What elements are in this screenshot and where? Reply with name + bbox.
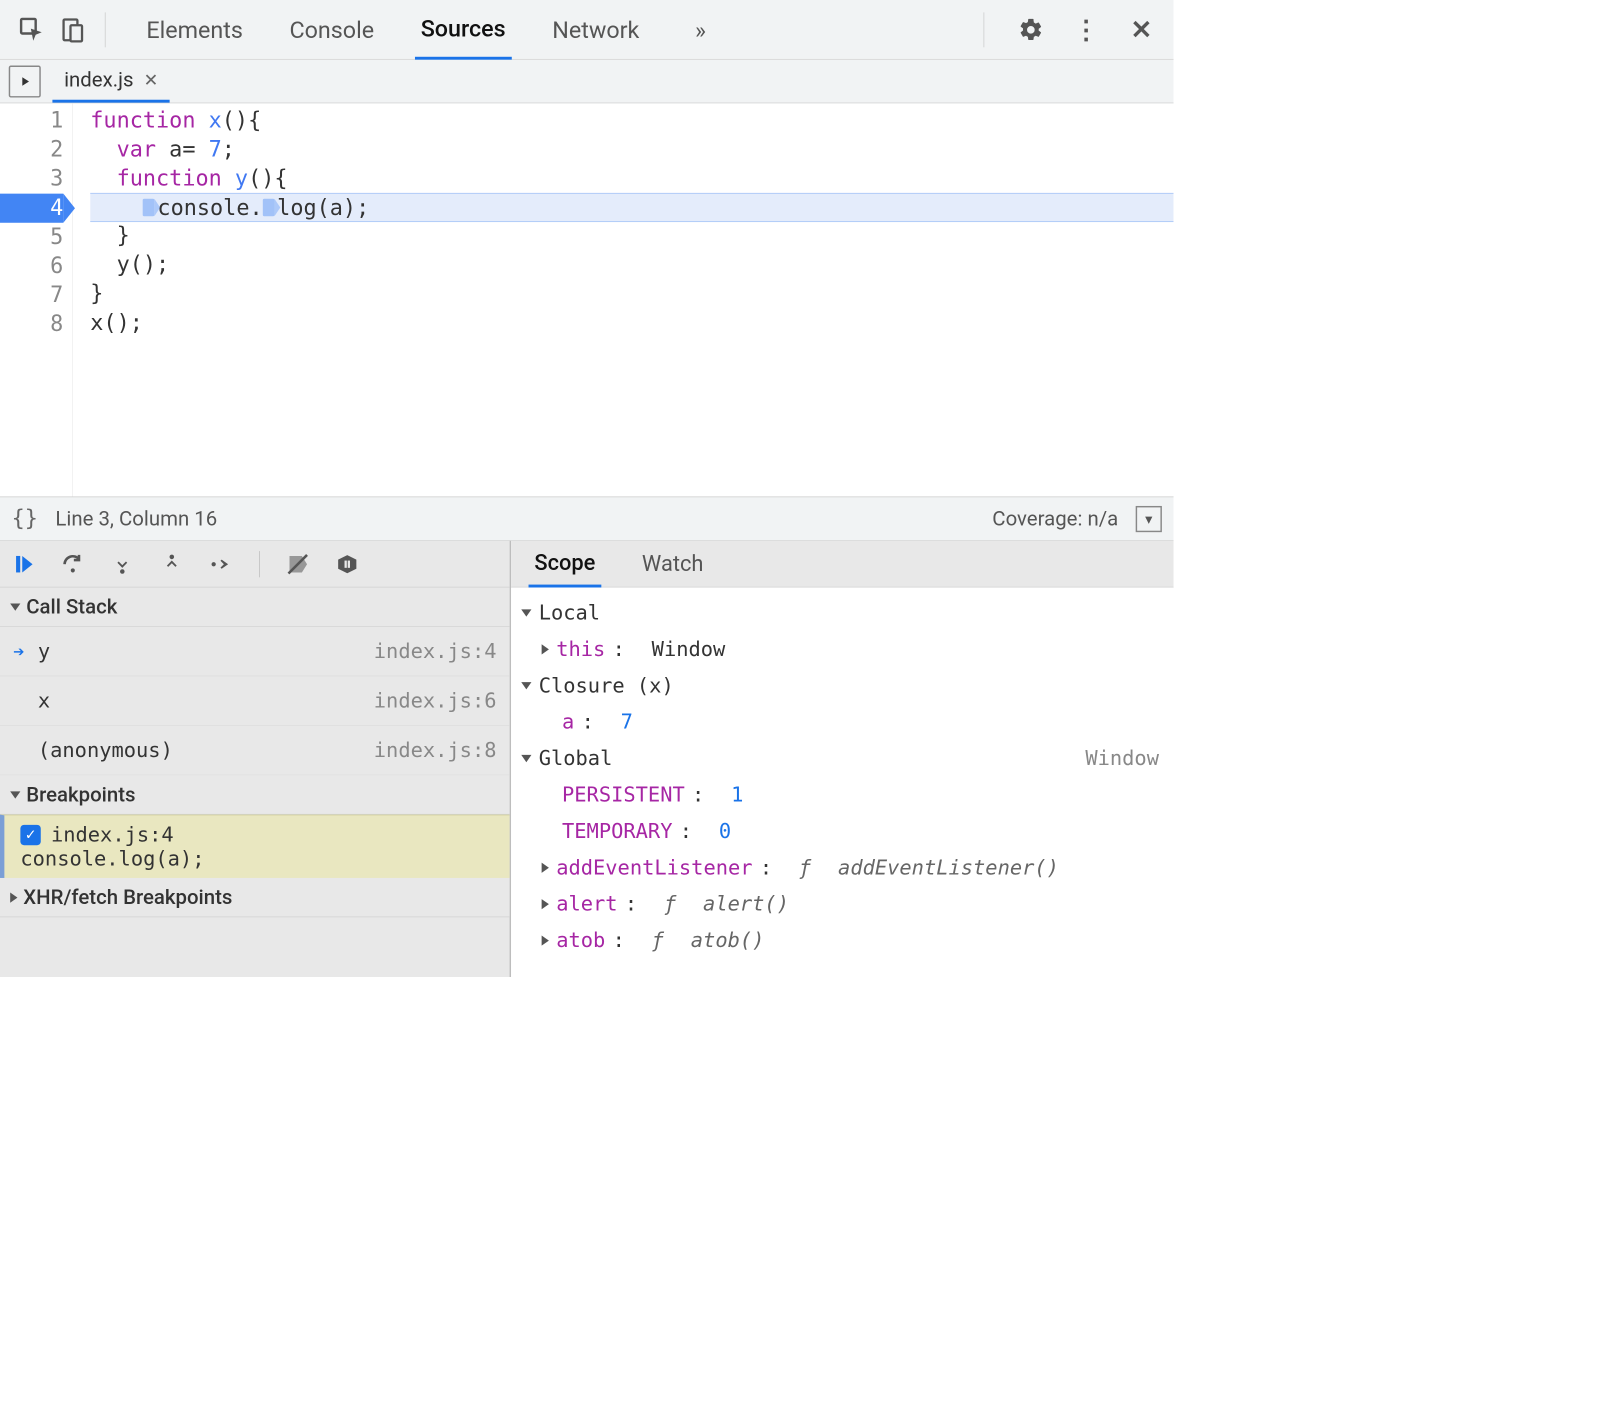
line-gutter: 1 2 3 4 5 6 7 8 [0,103,73,496]
tab-network[interactable]: Network [546,0,645,59]
gutter-line[interactable]: 2 [0,135,63,164]
chevron-down-icon [521,609,531,616]
file-tab-indexjs[interactable]: index.js ✕ [52,60,170,103]
gutter-line[interactable]: 6 [0,252,63,281]
chevron-down-icon [10,603,20,610]
scope-var[interactable]: alert: ƒ alert() [521,886,1159,922]
debugger-panels: Call Stack ➔y index.js:4 x index.js:6 (a… [0,540,1174,977]
chevron-right-icon [10,892,17,902]
breakpoint-checkbox[interactable]: ✓ [20,824,40,844]
panel-tabs: Elements Console Sources Network » [141,0,721,59]
stack-frame-location: index.js:6 [374,689,497,713]
chevron-right-icon [542,935,549,945]
deactivate-breakpoints-icon[interactable] [283,549,312,578]
show-navigator-icon[interactable] [9,65,41,97]
breakpoint-item[interactable]: ✓ index.js:4 console.log(a); [0,815,510,878]
tab-elements[interactable]: Elements [141,0,249,59]
stack-frame-location: index.js:4 [374,639,497,663]
scope-global-right: Window [1085,740,1159,776]
inspect-element-icon[interactable] [12,9,53,50]
stack-frame[interactable]: ➔y index.js:4 [0,627,510,677]
file-tab-label: index.js [64,68,133,92]
gutter-line[interactable]: 8 [0,310,63,339]
scope-section-closure[interactable]: Closure (x) [521,668,1159,704]
more-tabs-icon[interactable]: » [680,9,721,50]
debugger-right: Scope Watch Local this: Window Closure (… [511,541,1173,977]
cursor-position: Line 3, Column 16 [55,507,217,531]
scope-var[interactable]: TEMPORARY: 0 [521,813,1159,849]
gutter-line[interactable]: 5 [0,223,63,252]
debugger-left: Call Stack ➔y index.js:4 x index.js:6 (a… [0,541,511,977]
gutter-line[interactable]: 1 [0,106,63,135]
settings-gear-icon[interactable] [1010,9,1051,50]
breakpoint-code: console.log(a); [20,847,499,871]
chevron-right-icon [542,863,549,873]
coverage-label: Coverage: n/a [992,507,1118,531]
section-title: Breakpoints [26,783,135,807]
gutter-line[interactable]: 7 [0,281,63,310]
code-editor[interactable]: 1 2 3 4 5 6 7 8 function x(){ var a= 7; … [0,103,1174,496]
code-lines[interactable]: function x(){ var a= 7; function y(){ co… [73,103,1174,496]
section-title: XHR/fetch Breakpoints [23,885,232,909]
scope-section-local[interactable]: Local [521,595,1159,631]
step-out-icon[interactable] [157,549,186,578]
callstack-list: ➔y index.js:4 x index.js:6 (anonymous) i… [0,627,510,776]
current-frame-arrow-icon: ➔ [13,641,30,663]
step-icon[interactable] [207,549,236,578]
coverage-dropdown-icon[interactable]: ▾ [1136,506,1162,532]
current-execution-line: console.log(a); [90,193,1173,222]
stack-frame[interactable]: (anonymous) index.js:8 [0,726,510,776]
scope-var[interactable]: PERSISTENT: 1 [521,777,1159,813]
callstack-header[interactable]: Call Stack [0,587,510,626]
tab-sources[interactable]: Sources [415,0,512,59]
chevron-right-icon [542,899,549,909]
gutter-line[interactable]: 3 [0,165,63,194]
debugger-toolbar [0,541,510,588]
chevron-down-icon [521,755,531,762]
pause-on-exceptions-icon[interactable] [333,549,362,578]
close-file-icon[interactable]: ✕ [144,70,159,90]
scope-watch-tabs: Scope Watch [511,541,1173,588]
breakpoint-location: index.js:4 [51,823,174,847]
scope-var[interactable]: this: Window [521,631,1159,667]
scope-var[interactable]: a: 7 [521,704,1159,740]
tab-console[interactable]: Console [284,0,380,59]
stack-frame[interactable]: x index.js:6 [0,676,510,726]
chevron-right-icon [542,644,549,654]
editor-status-bar: {} Line 3, Column 16 Coverage: n/a ▾ [0,496,1174,540]
xhr-breakpoints-header[interactable]: XHR/fetch Breakpoints [0,878,510,917]
tab-watch[interactable]: Watch [636,541,709,587]
close-devtools-icon[interactable]: ✕ [1121,9,1162,50]
devtools-toolbar: Elements Console Sources Network » ⋮ ✕ [0,0,1174,60]
breakpoint-marker-icon [143,198,155,215]
scope-var[interactable]: atob: ƒ atob() [521,922,1159,958]
tab-scope[interactable]: Scope [529,541,602,587]
step-over-icon[interactable] [58,549,87,578]
separator [984,12,985,47]
chevron-down-icon [521,682,531,689]
pretty-print-icon[interactable]: {} [12,506,38,531]
separator [105,12,106,47]
device-toggle-icon[interactable] [52,9,93,50]
resume-icon[interactable] [9,549,38,578]
file-tabs-bar: index.js ✕ [0,60,1174,104]
scope-tree[interactable]: Local this: Window Closure (x) a: 7 Glob… [511,587,1173,976]
scope-section-global[interactable]: Global Window [521,740,1159,776]
section-title: Call Stack [26,595,117,619]
scope-var[interactable]: addEventListener: ƒ addEventListener() [521,850,1159,886]
stack-frame-location: index.js:8 [374,738,497,762]
separator [259,551,260,577]
breakpoints-header[interactable]: Breakpoints [0,775,510,814]
chevron-down-icon [10,791,20,798]
step-into-icon[interactable] [108,549,137,578]
kebab-menu-icon[interactable]: ⋮ [1066,9,1107,50]
gutter-line-current[interactable]: 4 [0,194,63,223]
breakpoint-marker-icon [263,198,275,215]
